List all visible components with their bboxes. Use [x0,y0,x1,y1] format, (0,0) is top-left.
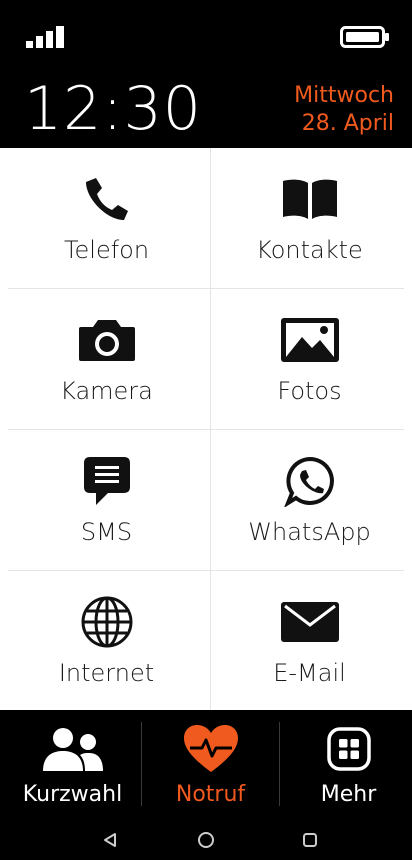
tile-telefon[interactable]: Telefon [4,148,209,288]
sms-bubble-icon [77,456,137,506]
tile-label-kontakte: Kontakte [256,236,363,264]
tile-internet[interactable]: Internet [4,571,209,711]
envelope-icon [280,597,340,647]
contacts-book-icon [280,174,340,224]
grid-menu-icon [317,724,381,774]
home-circle-icon[interactable] [186,828,226,852]
status-bar: 12:30 Mittwoch 28. April [0,0,412,148]
nav-notruf[interactable]: Notruf [142,710,279,816]
tile-email[interactable]: E-Mail [207,571,412,711]
camera-icon [77,315,137,365]
tile-fotos[interactable]: Fotos [207,289,412,429]
tile-whatsapp[interactable]: WhatsApp [207,430,412,570]
signal-bars-icon [26,26,64,48]
whatsapp-icon [280,456,340,507]
photos-icon [280,315,340,365]
date-label: 28. April [301,111,394,136]
tile-label-fotos: Fotos [277,377,342,405]
phone-icon [77,174,137,224]
grid-divider [8,288,404,289]
tile-label-whatsapp: WhatsApp [248,518,371,546]
globe-icon [77,596,137,648]
tile-label-sms: SMS [80,518,133,546]
date-display: Mittwoch 28. April [294,82,394,138]
back-triangle-icon[interactable] [90,828,130,852]
tile-sms[interactable]: SMS [4,430,209,570]
tile-label-internet: Internet [58,659,155,687]
heart-pulse-icon [179,724,243,774]
tile-kontakte[interactable]: Kontakte [207,148,412,288]
nav-label-mehr: Mehr [320,782,377,807]
tile-label-email: E-Mail [273,659,346,687]
weekday-label: Mittwoch [294,83,394,108]
nav-kurzwahl[interactable]: Kurzwahl [4,710,141,816]
nav-label-kurzwahl: Kurzwahl [22,782,123,807]
tile-label-kamera: Kamera [60,377,153,405]
bottom-bar: Kurzwahl Notruf Mehr [0,710,412,860]
grid-divider [8,570,404,571]
tile-label-telefon: Telefon [63,236,150,264]
battery-full-icon [340,26,389,48]
recents-square-icon[interactable] [290,828,330,852]
tile-kamera[interactable]: Kamera [4,289,209,429]
grid-divider [8,429,404,430]
nav-mehr[interactable]: Mehr [280,710,412,816]
nav-label-notruf: Notruf [175,782,246,807]
people-icon [41,724,105,774]
clock-time: 12:30 [24,74,202,144]
